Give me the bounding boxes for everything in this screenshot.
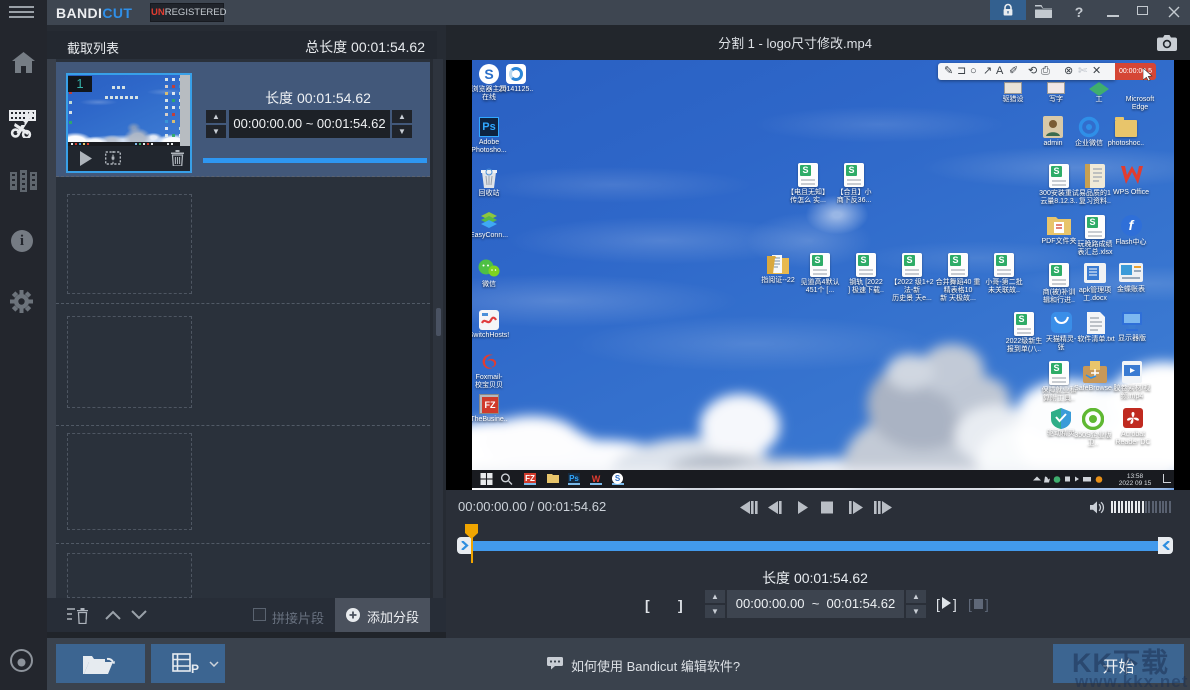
svg-text:P: P xyxy=(191,662,199,675)
